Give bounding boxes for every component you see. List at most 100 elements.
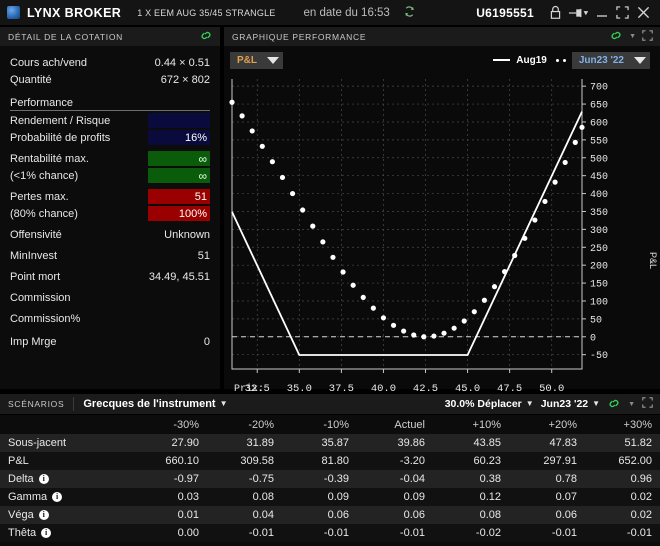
table-cell: 0.08 [479,509,501,521]
chain-link-icon[interactable] [199,29,213,44]
point-mort-value: 34.49, 45.51 [148,270,210,283]
detail-row-pertes-max: Pertes max. 51 [10,188,210,205]
table-row[interactable]: Delta i -0.97 -0.75 -0.39 -0.04 0.38 0.78 0.96 [0,470,660,488]
chevron-down-icon[interactable]: ▼ [220,400,228,408]
scenarios-date-dropdown[interactable]: Jun23 '22 ▼ [541,398,600,410]
table-cell: 309.58 [240,455,274,467]
close-icon[interactable] [632,6,654,19]
table-cell: 39.86 [397,437,425,449]
rentabilite-max-label: Rentabilité max. [10,152,89,165]
shift-dropdown[interactable]: 30.0% Déplacer ▼ [445,398,534,410]
table-col-header-10[interactable]: +10% [433,415,509,434]
quantity-value: 672 × 802 [160,73,210,86]
table-cell: 0.07 [555,491,577,503]
header-divider [73,397,75,411]
table-col-header-minus20[interactable]: -20% [207,415,282,434]
table-row[interactable]: Gamma i 0.03 0.08 0.09 0.09 0.12 0.07 0.02 [0,488,660,506]
imp-mrge-value: 0 [203,335,210,348]
chevron-down-icon [267,56,279,64]
table-cell: 27.90 [171,437,199,449]
legend-item-current: Jun23 '22 [555,51,650,69]
scenarios-date-label: Jun23 '22 [540,398,589,410]
lock-icon[interactable] [544,5,566,20]
table-cell: 43.85 [473,437,501,449]
bidask-value: 0.44 × 0.51 [154,56,210,69]
table-cell: 652.00 [618,455,652,467]
table-col-header-Actuel[interactable]: Actuel [357,415,433,434]
svg-text:650: 650 [590,101,608,112]
app-brand-name: LYNX BROKER [27,5,122,20]
chevron-down-icon [634,56,646,64]
detail-row-mininvest: MinInvest 51 [10,247,210,264]
app-logo-icon [7,6,20,19]
rentabilite-max-value: ∞ [148,151,210,166]
info-icon[interactable]: i [38,509,49,520]
performance-label: Performance [10,97,73,109]
mininvest-label: MinInvest [10,249,58,262]
table-cell: 51.82 [624,437,652,449]
window-controls [544,5,654,20]
row-label-thta: Thêta i [0,524,132,542]
table-row[interactable]: P&L 660.10 309.58 81.80 -3.20 60.23 297.91 652.… [0,452,660,470]
chart-toolbar: P&L Aug19 Jun23 '22 [224,47,660,73]
table-col-header-30[interactable]: +30% [585,415,660,434]
table-cell: 0.12 [479,491,501,503]
table-cell: 0.96 [630,473,652,485]
refresh-icon[interactable] [403,5,416,20]
table-col-header-label[interactable] [0,415,132,434]
svg-text:350: 350 [590,208,608,219]
chart-plot-area[interactable]: 700 650 600 550 500 450 400 350 300 250 200 150 100 5… [224,73,660,409]
chevron-down-icon: ▼ [592,399,601,408]
svg-text:300: 300 [590,226,608,237]
table-cell: 0.06 [555,509,577,521]
svg-text:0: 0 [590,333,596,344]
chart-metric-dropdown[interactable]: P&L [230,51,283,69]
maximize-icon[interactable] [612,6,632,19]
legend-solid-swatch [493,59,511,61]
offensivite-value: Unknown [164,228,210,241]
svg-text:450: 450 [590,172,608,183]
detail-row-rentabilite-max: Rentabilité max. ∞ [10,150,210,167]
table-col-header-20[interactable]: +20% [509,415,585,434]
scenarios-panel: SCÉNARIOS Grecques de l'instrument ▼ 30.… [0,392,660,546]
chart-legend: Aug19 Jun23 '22 [493,51,650,69]
detail-row-rentabilite-chance: (<1% chance) ∞ [10,167,210,184]
quote-timestamp: en date du 16:53 [303,6,390,19]
table-cell: 35.87 [321,437,349,449]
chart-y-axis-title: P&L [648,251,658,269]
info-icon[interactable]: i [38,473,49,484]
row-label-delta: Delta i [0,470,132,488]
table-cell: -0.01 [248,527,274,539]
table-col-header-minus10[interactable]: -10% [282,415,357,434]
probabilite-profits-label: Probabilité de profits [10,131,111,144]
rendement-risque-label: Rendement / Risque [10,114,111,127]
chevron-down-icon[interactable]: ▼ [628,401,635,408]
chart-panel-title: GRAPHIQUE PERFORMANCE [232,31,367,42]
rentabilite-chance-value: ∞ [148,168,210,183]
info-icon[interactable]: i [41,527,52,538]
table-cell: 0.03 [177,491,199,503]
pin-icon[interactable] [566,7,592,19]
expand-icon[interactable] [642,397,653,411]
minimize-icon[interactable] [592,8,612,18]
offensivite-label: Offensivité [10,228,62,241]
scenarios-selector-label[interactable]: Grecques de l'instrument [83,398,215,410]
table-cell: 0.02 [630,491,652,503]
row-label-vga: Véga i [0,506,132,524]
detail-row-imp-mrge: Imp Mrge 0 [10,333,210,350]
expand-icon[interactable] [642,29,653,44]
legend-solid-label: Aug19 [516,54,547,66]
table-row[interactable]: Sous-jacent 27.90 31.89 35.87 39.86 43.85 47.8… [0,434,660,452]
info-icon[interactable]: i [52,491,63,502]
scenarios-table: -30% -20% -10% Actuel +10% +20% +30% Sous-jace… [0,415,660,542]
quantity-label: Quantité [10,73,52,86]
chevron-down-icon[interactable]: ▼ [629,33,636,40]
chain-link-icon[interactable] [609,29,623,44]
chain-link-icon[interactable] [607,397,621,412]
table-row[interactable]: Véga i 0.01 0.04 0.06 0.06 0.08 0.06 0.02 [0,506,660,524]
chart-date-dropdown[interactable]: Jun23 '22 [571,51,650,69]
table-row[interactable]: Thêta i 0.00 -0.01 -0.01 -0.01 -0.02 -0.01 -0.01 [0,524,660,542]
table-cell: -0.02 [475,527,501,539]
table-col-header-minus30[interactable]: -30% [132,415,207,434]
svg-text:700: 700 [590,83,608,94]
